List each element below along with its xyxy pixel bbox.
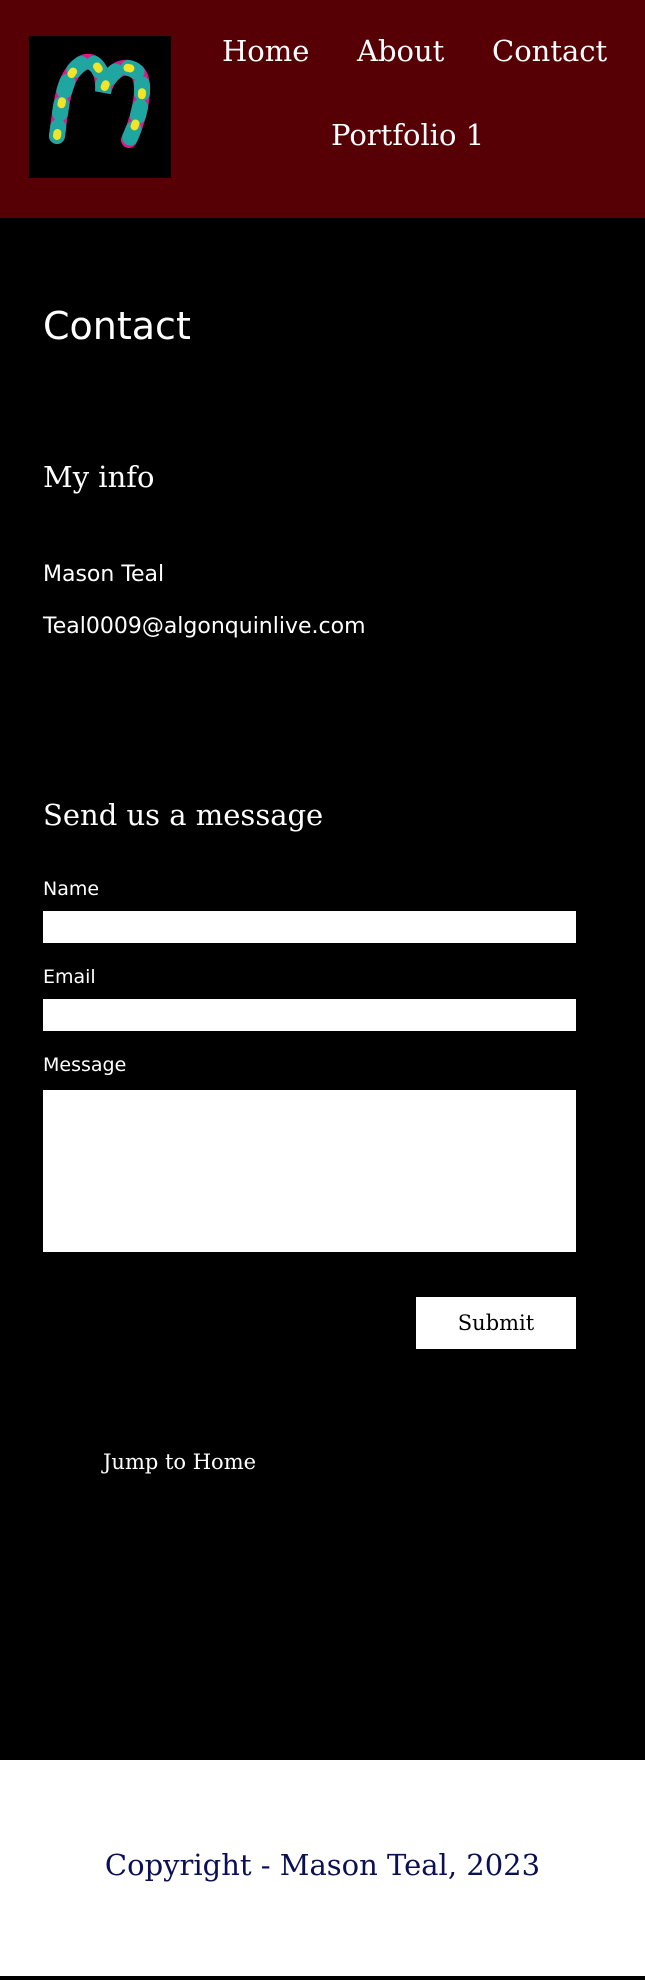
contact-email: Teal0009@algonquinlive.com [43, 614, 366, 639]
nav-contact-link[interactable]: Contact [492, 34, 607, 68]
email-input[interactable] [43, 999, 576, 1031]
nav-portfolio-link[interactable]: Portfolio 1 [331, 118, 484, 152]
name-input[interactable] [43, 911, 576, 943]
contact-name: Mason Teal [43, 562, 165, 587]
site-header: Home About Contact Portfolio 1 [0, 0, 645, 218]
nav-about-link[interactable]: About [357, 34, 444, 68]
send-message-heading: Send us a message [43, 798, 324, 832]
jump-to-home-link[interactable]: Jump to Home [103, 1450, 256, 1474]
site-footer: Copyright - Mason Teal, 2023 [0, 1760, 645, 1978]
m-logo-icon[interactable] [29, 36, 171, 178]
copyright-text: Copyright - Mason Teal, 2023 [104, 1848, 541, 1882]
nav-home-link[interactable]: Home [222, 34, 309, 68]
message-textarea[interactable] [43, 1090, 576, 1252]
name-label: Name [43, 878, 100, 900]
page-title: Contact [43, 304, 191, 348]
message-label: Message [43, 1054, 127, 1076]
submit-button[interactable]: Submit [416, 1297, 576, 1349]
email-label: Email [43, 966, 96, 988]
logo-graphic [49, 53, 151, 148]
my-info-heading: My info [43, 460, 155, 494]
main-content: Contact My info Mason Teal Teal0009@algo… [0, 218, 645, 1760]
